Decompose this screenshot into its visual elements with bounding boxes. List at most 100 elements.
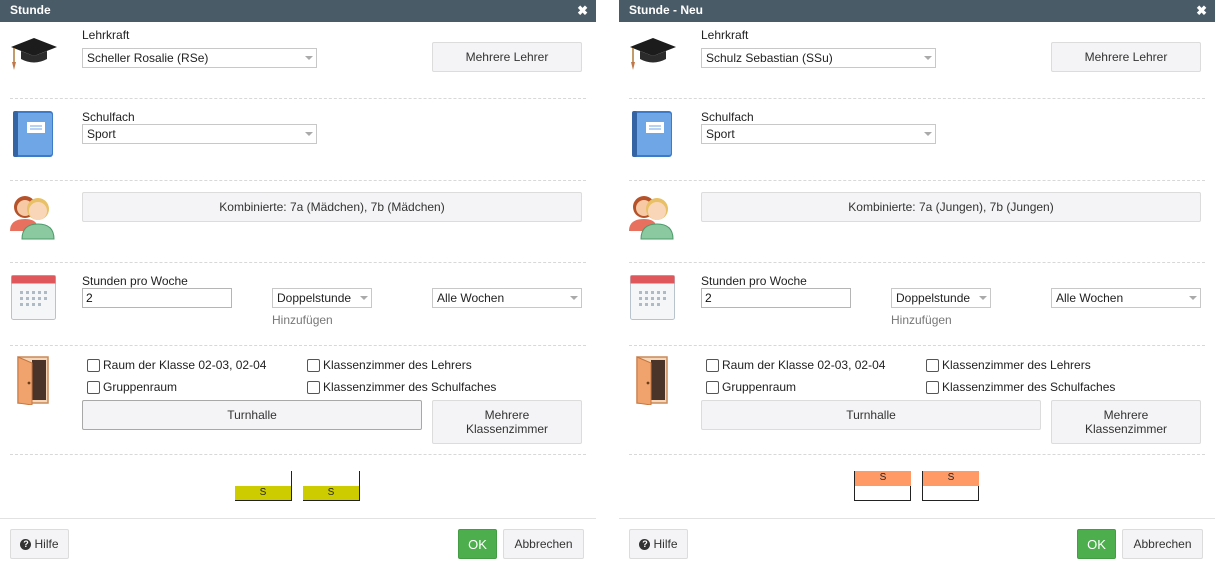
room-checkbox-class-room[interactable]: Raum der Klasse 02-03, 02-04	[706, 358, 885, 372]
subject-select[interactable]: Sport	[701, 124, 936, 144]
close-icon[interactable]: ✖	[1196, 0, 1207, 21]
checkbox-label: Klassenzimmer des Schulfaches	[323, 380, 497, 394]
more-rooms-label-1: Mehrere	[484, 408, 530, 422]
room-checkbox-class-room[interactable]: Raum der Klasse 02-03, 02-04	[87, 358, 266, 372]
room-checkbox-teacher-room[interactable]: Klassenzimmer des Lehrers	[926, 358, 1091, 372]
chevron-down-icon	[570, 296, 578, 300]
more-rooms-label-1: Mehrere	[1103, 408, 1149, 422]
help-button[interactable]: ? Hilfe	[629, 529, 688, 559]
lesson-label: S	[235, 486, 291, 501]
room-checkbox-subject-room[interactable]: Klassenzimmer des Schulfaches	[307, 380, 496, 394]
combined-classes-button[interactable]: Kombinierte: 7a (Mädchen), 7b (Mädchen)	[82, 192, 582, 222]
room-button[interactable]: Turnhalle	[82, 400, 422, 430]
add-link[interactable]: Hinzufügen	[272, 313, 333, 327]
more-rooms-label-2: Klassenzimmer	[1084, 422, 1168, 436]
subject-select[interactable]: Sport	[82, 124, 317, 144]
cancel-button[interactable]: Abbrechen	[1122, 529, 1203, 559]
checkbox[interactable]	[926, 380, 939, 394]
checkbox[interactable]	[706, 380, 719, 394]
help-label: Hilfe	[34, 537, 59, 551]
divider	[629, 262, 1205, 263]
room-checkbox-subject-room[interactable]: Klassenzimmer des Schulfaches	[926, 380, 1115, 394]
checkbox-label: Raum der Klasse 02-03, 02-04	[722, 358, 886, 372]
chevron-down-icon	[305, 132, 313, 136]
checkbox[interactable]	[87, 380, 100, 394]
graduation-cap-icon	[630, 38, 676, 70]
weeks-select[interactable]: Alle Wochen	[1051, 288, 1201, 308]
lesson-block: S	[303, 471, 360, 501]
checkbox[interactable]	[307, 358, 320, 372]
dialog-title: Stunde - Neu	[629, 3, 703, 17]
book-icon	[632, 111, 672, 157]
divider	[10, 98, 586, 99]
divider	[10, 180, 586, 181]
double-lesson-select[interactable]: Doppelstunde	[891, 288, 991, 308]
teacher-label: Lehrkraft	[701, 28, 749, 42]
more-teachers-button[interactable]: Mehrere Lehrer	[1051, 42, 1201, 72]
double-lesson-select-value: Doppelstunde	[896, 291, 971, 305]
hours-label: Stunden pro Woche	[82, 274, 188, 288]
lesson-block: S	[854, 471, 911, 501]
close-icon[interactable]: ✖	[577, 0, 588, 21]
dialog-titlebar: Stunde ✖	[0, 0, 596, 22]
room-checkbox-group-room[interactable]: Gruppenraum	[706, 380, 796, 394]
room-checkbox-teacher-room[interactable]: Klassenzimmer des Lehrers	[307, 358, 472, 372]
checkbox[interactable]	[706, 358, 719, 372]
checkbox-label: Gruppenraum	[722, 380, 797, 394]
teacher-select[interactable]: Scheller Rosalie (RSe)	[82, 48, 317, 68]
question-circle-icon: ?	[20, 538, 32, 550]
double-lesson-select[interactable]: Doppelstunde	[272, 288, 372, 308]
footer-divider	[0, 518, 596, 519]
checkbox[interactable]	[87, 358, 100, 372]
checkbox[interactable]	[926, 358, 939, 372]
more-teachers-button[interactable]: Mehrere Lehrer	[432, 42, 582, 72]
ok-button[interactable]: OK	[1077, 529, 1116, 559]
weeks-select-value: Alle Wochen	[1056, 291, 1124, 305]
door-icon	[17, 356, 49, 405]
divider	[10, 345, 586, 346]
divider	[629, 180, 1205, 181]
cancel-button[interactable]: Abbrechen	[503, 529, 584, 559]
dialog-title: Stunde	[10, 3, 51, 17]
calendar-icon	[630, 275, 675, 320]
chevron-down-icon	[979, 296, 987, 300]
lesson-label: S	[303, 486, 359, 501]
hours-per-week-input[interactable]: 2	[82, 288, 232, 308]
question-circle-icon: ?	[639, 538, 651, 550]
lesson-dialog-existing: Stunde ✖ Lehrkraft Scheller Rosalie (RSe…	[0, 0, 596, 566]
weeks-select[interactable]: Alle Wochen	[432, 288, 582, 308]
double-lesson-select-value: Doppelstunde	[277, 291, 352, 305]
teacher-select-value: Schulz Sebastian (SSu)	[706, 51, 833, 65]
help-button[interactable]: ? Hilfe	[10, 529, 69, 559]
divider	[10, 454, 586, 455]
lesson-block: S	[922, 471, 979, 501]
teacher-select-value: Scheller Rosalie (RSe)	[87, 51, 209, 65]
subject-select-value: Sport	[87, 127, 116, 141]
ok-button[interactable]: OK	[458, 529, 497, 559]
teacher-label: Lehrkraft	[82, 28, 130, 42]
hours-per-week-input[interactable]: 2	[701, 288, 851, 308]
more-rooms-button[interactable]: Mehrere Klassenzimmer	[432, 400, 582, 444]
divider	[629, 98, 1205, 99]
chevron-down-icon	[1189, 296, 1197, 300]
teacher-select[interactable]: Schulz Sebastian (SSu)	[701, 48, 936, 68]
calendar-icon	[11, 275, 56, 320]
divider	[629, 454, 1205, 455]
combined-classes-button[interactable]: Kombinierte: 7a (Jungen), 7b (Jungen)	[701, 192, 1201, 222]
room-checkbox-group-room[interactable]: Gruppenraum	[87, 380, 177, 394]
book-icon	[13, 111, 53, 157]
checkbox[interactable]	[307, 380, 320, 394]
checkbox-label: Klassenzimmer des Schulfaches	[942, 380, 1116, 394]
lesson-dialog-new: Stunde - Neu ✖ Lehrkraft Schulz Sebastia…	[619, 0, 1215, 566]
checkbox-label: Klassenzimmer des Lehrers	[942, 358, 1091, 372]
subject-label: Schulfach	[701, 110, 754, 124]
more-rooms-button[interactable]: Mehrere Klassenzimmer	[1051, 400, 1201, 444]
divider	[10, 262, 586, 263]
room-button[interactable]: Turnhalle	[701, 400, 1041, 430]
checkbox-label: Raum der Klasse 02-03, 02-04	[103, 358, 267, 372]
subject-label: Schulfach	[82, 110, 135, 124]
lesson-block: S	[235, 471, 292, 501]
students-icon	[629, 196, 674, 240]
add-link[interactable]: Hinzufügen	[891, 313, 952, 327]
chevron-down-icon	[360, 296, 368, 300]
